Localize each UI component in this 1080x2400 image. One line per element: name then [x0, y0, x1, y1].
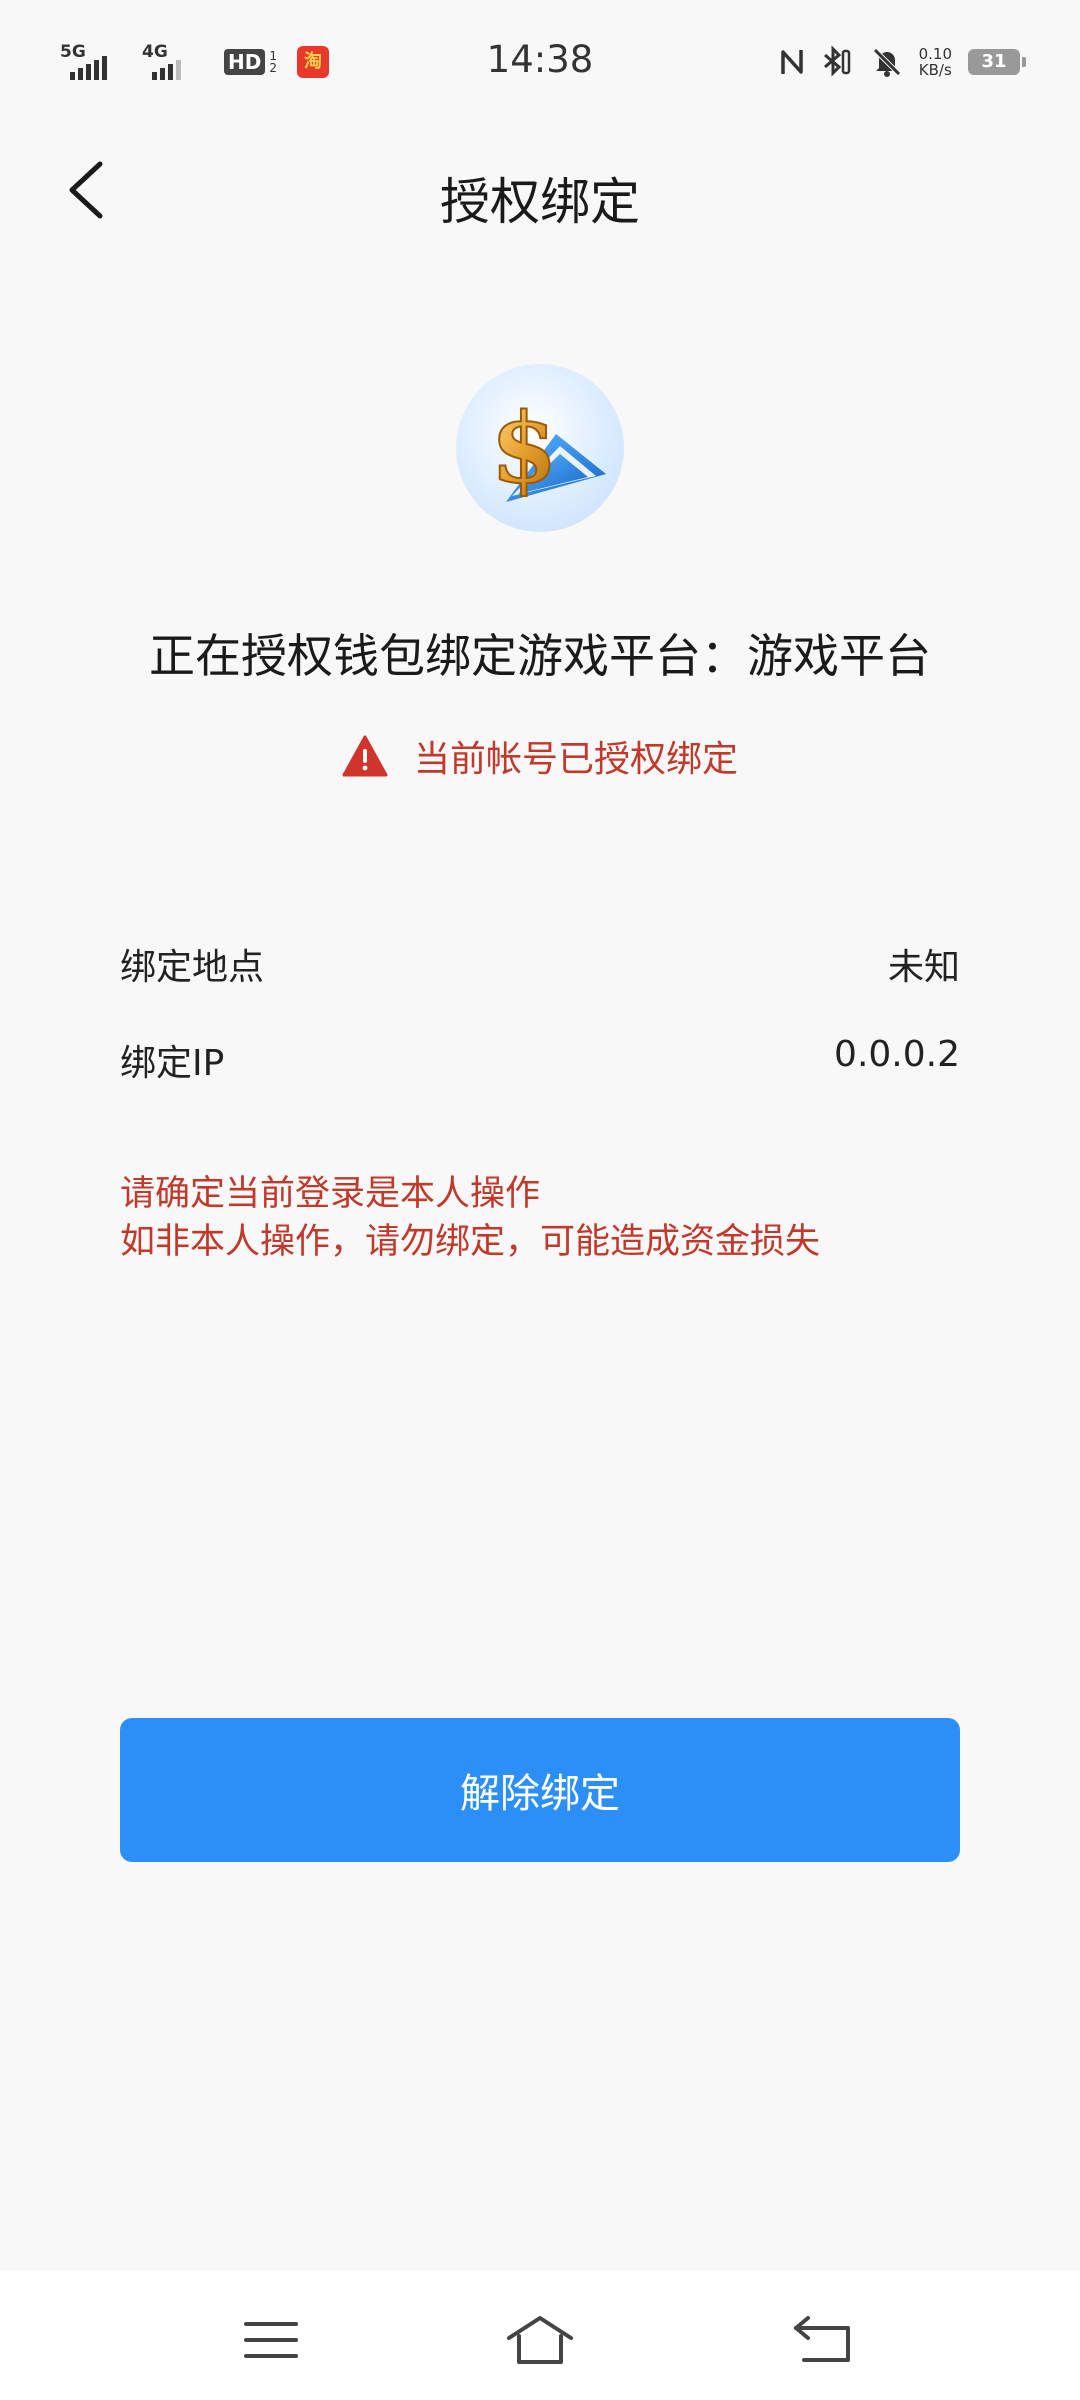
warning-triangle-icon [342, 735, 388, 777]
home-icon[interactable] [505, 2310, 575, 2370]
warning-banner: 当前帐号已授权绑定 [0, 730, 1080, 782]
detail-value: 0.0.0.2 [834, 1034, 960, 1075]
menu-icon[interactable] [236, 2310, 306, 2370]
status-right: 0.10 KB/s 31 [779, 40, 1026, 84]
header: 授权绑定 [0, 124, 1080, 264]
detail-row-location: 绑定地点 未知 [120, 938, 960, 998]
network-speed: 0.10 KB/s [918, 45, 952, 79]
back-icon[interactable] [788, 2310, 858, 2370]
notice-line: 如非本人操作，请勿绑定，可能造成资金损失 [120, 1222, 821, 1262]
detail-label: 绑定地点 [120, 947, 265, 988]
detail-label: 绑定IP [120, 1043, 225, 1084]
detail-row-ip: 绑定IP 0.0.0.2 [120, 1034, 960, 1094]
bluetooth-icon [823, 45, 850, 77]
system-nav-bar [0, 2270, 1080, 2400]
detail-value: 未知 [887, 947, 960, 988]
auth-message: 正在授权钱包绑定游戏平台：游戏平台 [149, 629, 931, 683]
unbind-button[interactable]: 解除绑定 [120, 1718, 960, 1862]
dollar-coin-logo-icon: $ [456, 364, 624, 532]
page-title: 授权绑定 [440, 173, 640, 231]
mute-bell-icon [872, 48, 901, 77]
warning-text: 当前帐号已授权绑定 [413, 739, 738, 780]
security-notice: 请确定当前登录是本人操作 如非本人操作，请勿绑定，可能造成资金损失 [120, 1170, 980, 1266]
notice-line: 请确定当前登录是本人操作 [120, 1174, 541, 1214]
battery-icon: 31 [968, 49, 1026, 75]
status-bar: 5G 4G HD 1 2 淘 14:38 0.10 KB/s 31 [0, 0, 1080, 124]
svg-text:$: $ [491, 392, 558, 505]
nfc-icon [780, 50, 803, 74]
